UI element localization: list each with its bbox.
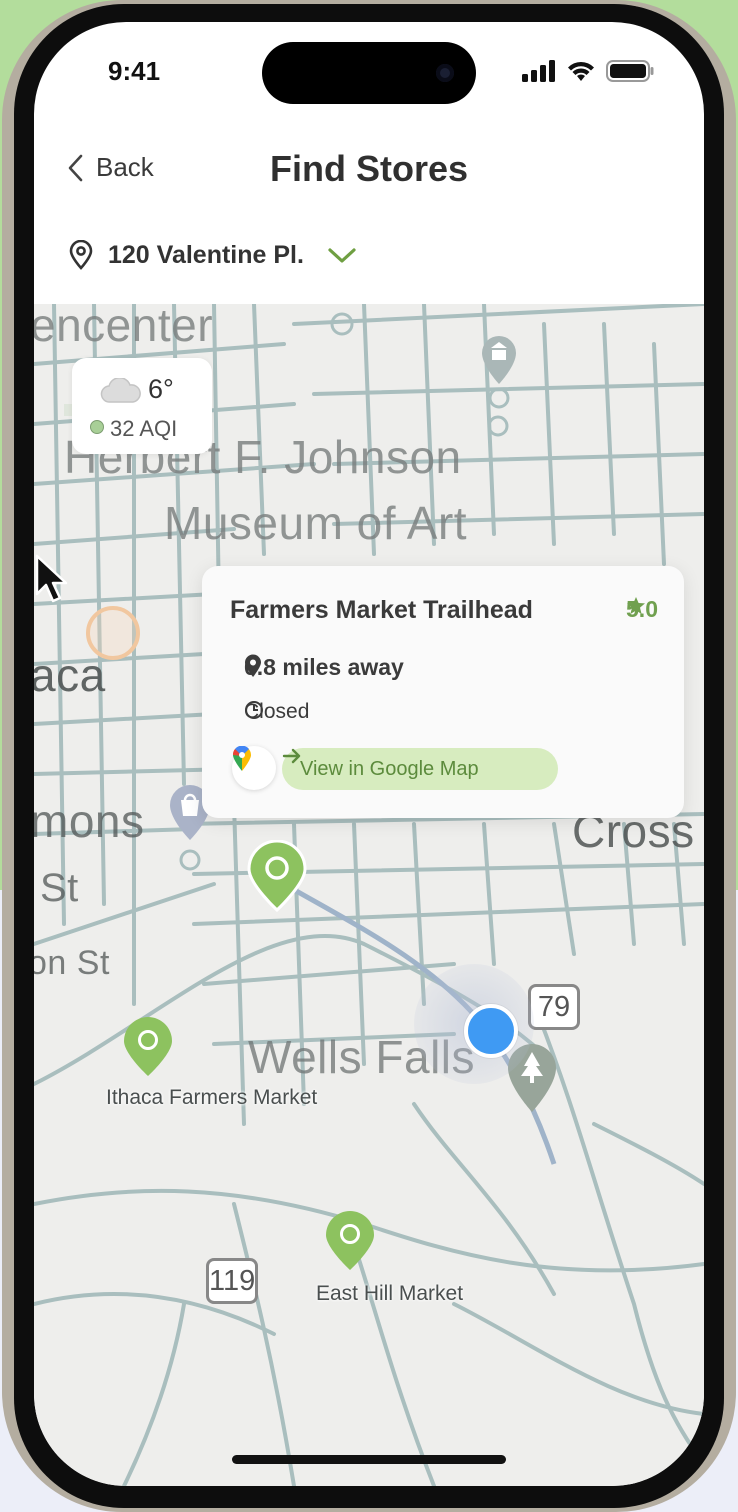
status-time: 9:41 [108, 56, 161, 86]
status-icons [522, 60, 654, 82]
store-pin-ithaca-farmers-market[interactable] [122, 1016, 174, 1078]
dynamic-island [262, 42, 476, 104]
google-maps-logo [232, 746, 276, 790]
museum-pin-icon [482, 336, 516, 409]
distance-row: 0.8 miles away [244, 654, 404, 681]
previous-location-marker [86, 606, 140, 660]
map-pin-icon [245, 654, 261, 677]
star-icon [627, 597, 646, 614]
mouse-cursor-icon [35, 554, 68, 603]
location-pin-icon [69, 240, 93, 270]
route-shield-119: 119 [206, 1258, 258, 1304]
map-label-museum-line2: Museum of Art [164, 497, 468, 549]
map-label-street1: St [40, 866, 79, 910]
camera-icon [436, 64, 454, 82]
weather-aqi: 32 AQI [110, 416, 178, 441]
location-address: 120 Valentine Pl. [108, 240, 304, 269]
store-distance: 0.8 miles away [244, 654, 404, 680]
back-label: Back [96, 152, 154, 182]
store-pin-selected[interactable] [246, 840, 308, 912]
map-label-street2: on St [34, 944, 110, 982]
chevron-down-icon [328, 248, 356, 263]
back-button[interactable]: Back [66, 152, 154, 183]
google-maps-icon [232, 746, 251, 771]
store-label-ithaca-farmers-market: Ithaca Farmers Market [106, 1086, 318, 1109]
store-label-east-hill-market: East Hill Market [316, 1282, 464, 1305]
phone-screen: 9:41 Find Stores Back 120 Valentine Pl. … [34, 22, 704, 1486]
cloud-icon [100, 378, 141, 403]
view-in-google-map-button[interactable]: View in Google Map [282, 748, 558, 790]
signal-icon [522, 60, 555, 82]
wifi-icon [568, 61, 594, 81]
map-label-area: encenter [34, 304, 214, 351]
map-label-commons: mons [34, 795, 145, 847]
arrow-right-icon [282, 748, 301, 764]
location-selector[interactable]: 120 Valentine Pl. [68, 240, 358, 270]
view-in-google-map-label: View in Google Map [300, 757, 479, 780]
store-rating: 5.0 [626, 596, 658, 623]
map-view[interactable]: encenter Herbert F. Johnson Museum of Ar… [34, 304, 704, 1486]
weather-temperature: 6° [148, 374, 174, 404]
store-name: Farmers Market Trailhead [230, 596, 533, 624]
map-label-ithaca: aca [34, 649, 106, 701]
weather-widget: 6° 32 AQI [72, 358, 212, 454]
chevron-left-icon [68, 154, 83, 181]
current-location-marker [464, 1004, 518, 1058]
clock-icon [245, 701, 263, 719]
battery-icon [606, 60, 654, 82]
store-pin-east-hill-market[interactable] [324, 1210, 376, 1272]
hours-row: Closed [244, 700, 309, 724]
page-title-text: Find Stores [269, 148, 469, 189]
home-indicator[interactable] [232, 1455, 506, 1464]
route-shield-79: 79 [528, 984, 580, 1030]
aqi-dot-icon [90, 420, 104, 434]
store-info-card[interactable]: Farmers Market Trailhead 5.0 0.8 miles a… [202, 566, 684, 818]
navigation-bar: Find Stores Back [34, 132, 704, 212]
